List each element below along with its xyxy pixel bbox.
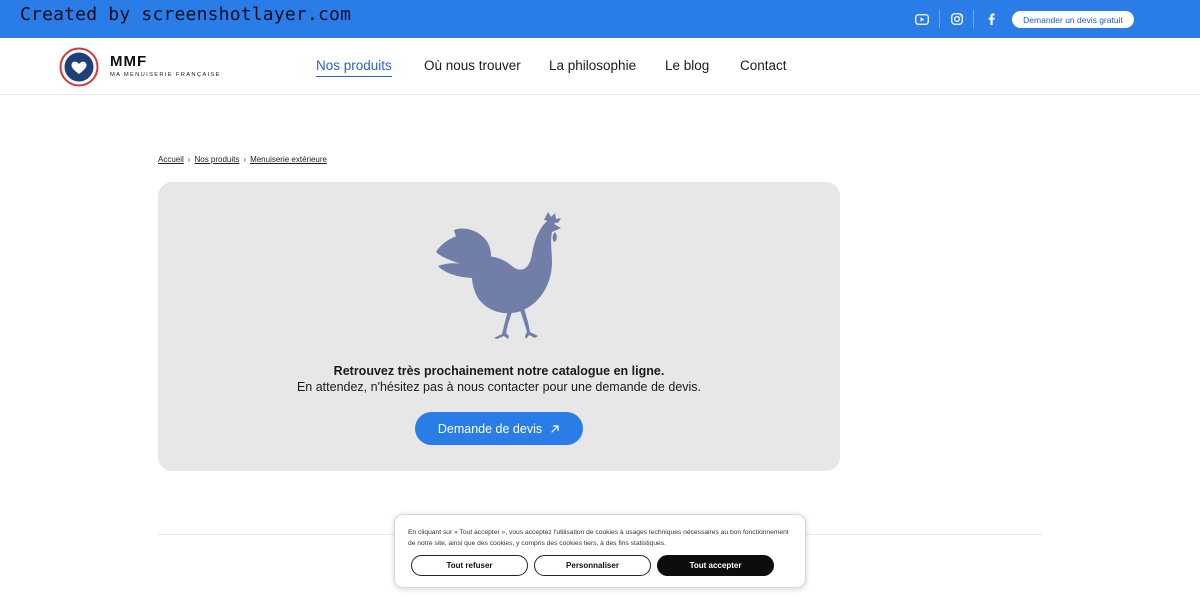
coming-soon-card: Retrouvez très prochainement notre catal… bbox=[158, 182, 840, 471]
nav-item-ou-nous-trouver[interactable]: Où nous trouver bbox=[424, 58, 521, 73]
heart-badge-icon bbox=[59, 47, 99, 87]
youtube-link[interactable] bbox=[905, 0, 939, 38]
main-header: MMF MA MENUISERIE FRANÇAISE Nos produits… bbox=[0, 38, 1200, 95]
arrow-up-right-icon bbox=[551, 424, 559, 433]
accept-all-button[interactable]: Tout accepter bbox=[657, 555, 774, 576]
nav-item-contact[interactable]: Contact bbox=[740, 58, 787, 73]
facebook-link[interactable] bbox=[974, 0, 1008, 38]
cookie-banner: En cliquant sur « Tout accepter », vous … bbox=[394, 514, 806, 588]
breadcrumb-link-menuiserie-exterieure[interactable]: Menuiserie extérieure bbox=[250, 155, 327, 164]
card-text: En attendez, n'hésitez pas à nous contac… bbox=[296, 380, 702, 394]
breadcrumb-link-nos-produits[interactable]: Nos produits bbox=[194, 155, 239, 164]
chevron-right-icon: › bbox=[187, 155, 191, 164]
logo-subtitle: MA MENUISERIE FRANÇAISE bbox=[110, 72, 221, 78]
nav-item-la-philosophie[interactable]: La philosophie bbox=[549, 58, 636, 73]
instagram-link[interactable] bbox=[940, 0, 974, 38]
logo-title: MMF bbox=[110, 53, 148, 70]
quote-request-button[interactable]: Demande de devis bbox=[415, 412, 583, 445]
quote-request-label: Demande de devis bbox=[437, 421, 543, 436]
breadcrumb: Accueil › Nos produits › Menuiserie exté… bbox=[158, 155, 327, 164]
nav-item-le-blog[interactable]: Le blog bbox=[665, 58, 709, 73]
instagram-icon bbox=[940, 9, 974, 29]
nav-item-nos-produits[interactable]: Nos produits bbox=[316, 58, 392, 77]
facebook-icon bbox=[974, 9, 1008, 29]
customize-button[interactable]: Personnaliser bbox=[534, 555, 651, 576]
top-bar: Created by screenshotlayer.com Demander … bbox=[0, 0, 1200, 38]
youtube-icon bbox=[905, 9, 939, 29]
free-quote-button[interactable]: Demander un devis gratuit bbox=[1012, 11, 1134, 28]
logo[interactable]: MMF MA MENUISERIE FRANÇAISE bbox=[59, 47, 229, 87]
watermark: Created by screenshotlayer.com bbox=[20, 4, 352, 25]
breadcrumb-link-accueil[interactable]: Accueil bbox=[158, 155, 184, 164]
chevron-right-icon: › bbox=[243, 155, 247, 164]
card-title: Retrouvez très prochainement notre catal… bbox=[333, 364, 665, 378]
rooster-icon bbox=[436, 212, 561, 339]
refuse-all-button[interactable]: Tout refuser bbox=[411, 555, 528, 576]
logo-text: MMF MA MENUISERIE FRANÇAISE bbox=[110, 54, 221, 78]
cookie-text: En cliquant sur « Tout accepter », vous … bbox=[408, 529, 789, 547]
